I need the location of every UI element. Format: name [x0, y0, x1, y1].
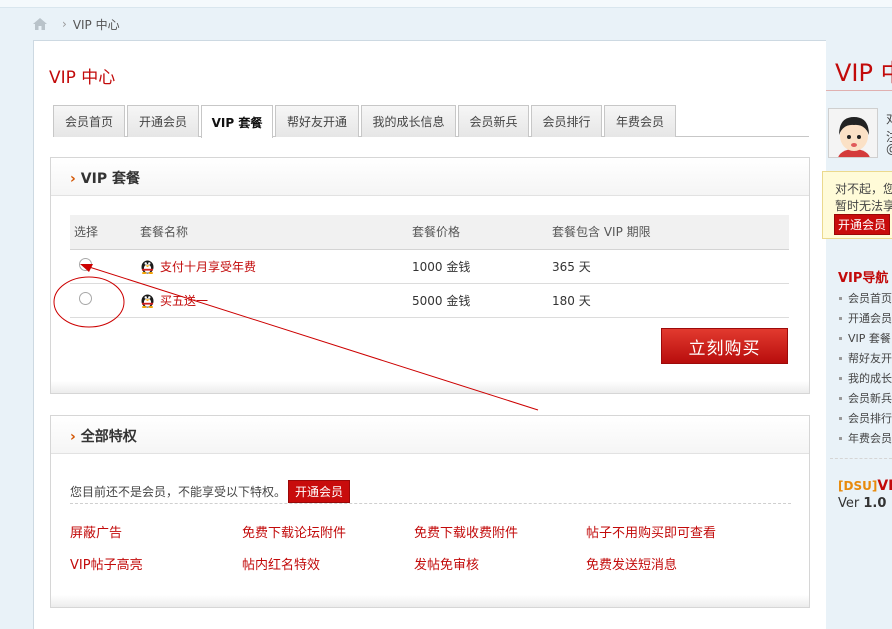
- sidebar-warning-box: 对不起，您 暂时无法享 开通会员: [822, 171, 892, 239]
- chevron-right-icon: ›: [70, 171, 76, 187]
- vip-packages-panel: › VIP 套餐 选择 套餐名称 套餐价格 套餐包含 VIP 期限 支付十月享受…: [50, 157, 810, 394]
- column-header: 选择: [70, 215, 140, 250]
- buy-now-button[interactable]: 立刻购买: [661, 328, 788, 364]
- sidebar-title: VIP 中心: [835, 59, 892, 87]
- panel-title: 全部特权: [80, 429, 137, 445]
- privilege-item: 屏蔽广告: [70, 526, 123, 541]
- sidebar-nav: 会员首页 开通会员 VIP 套餐 帮好友开通 我的成长 会员新兵 会员排行 年费…: [839, 288, 892, 448]
- membership-notice: 您目前还不是会员，不能享受以下特权。 开通会员: [70, 480, 351, 503]
- open-membership-button[interactable]: 开通会员: [288, 480, 351, 503]
- panel-header: › 全部特权: [51, 416, 809, 454]
- sidebar-item-new-members[interactable]: 会员新兵: [839, 388, 892, 408]
- breadcrumb: › VIP 中心: [32, 14, 120, 34]
- sidebar-item-ranking[interactable]: 会员排行: [839, 408, 892, 428]
- plugin-tag: [DSU]: [838, 479, 878, 493]
- package-price: 1000 金钱: [412, 249, 552, 284]
- privilege-item: 帖子不用购买即可查看: [586, 526, 717, 541]
- panel-title: VIP 套餐: [80, 171, 140, 187]
- panel-header: › VIP 套餐: [51, 158, 809, 196]
- plugin-version: Ver 1.0: [838, 496, 886, 511]
- version-value: 1.0: [863, 496, 887, 511]
- tab-member-ranking[interactable]: 会员排行: [531, 105, 602, 137]
- sidebar-nav-title: VIP导航: [838, 271, 889, 286]
- sidebar-username: 对: [886, 110, 892, 127]
- penguin-icon: [141, 260, 154, 274]
- column-header: 套餐包含 VIP 期限: [552, 215, 789, 250]
- tab-annual-members[interactable]: 年费会员: [604, 105, 676, 137]
- page-title: VIP 中心: [49, 68, 116, 88]
- package-name[interactable]: 买五送一: [160, 294, 208, 308]
- avatar[interactable]: [828, 108, 878, 158]
- penguin-icon: [141, 294, 154, 308]
- sidebar-item-annual[interactable]: 年费会员: [839, 428, 892, 448]
- sidebar-item-vip-packages[interactable]: VIP 套餐: [839, 328, 892, 348]
- plugin-name: VIP: [877, 478, 892, 494]
- privilege-item: 发帖免审核: [414, 558, 480, 573]
- sidebar: VIP 中心 对 注 @ 对不起，您 暂时无法享 开通会员 VIP导航 会员首页…: [822, 40, 892, 629]
- table-header-row: 选择 套餐名称 套餐价格 套餐包含 VIP 期限: [70, 215, 789, 250]
- breadcrumb-separator: ›: [62, 17, 67, 31]
- package-price: 5000 金钱: [412, 283, 552, 318]
- breadcrumb-current[interactable]: VIP 中心: [73, 16, 120, 33]
- panel-footer: [51, 381, 809, 393]
- home-icon[interactable]: [32, 17, 48, 31]
- package-name[interactable]: 支付十月享受年费: [160, 260, 256, 274]
- warning-text: 暂时无法享: [835, 199, 892, 213]
- main-content: VIP 中心 会员首页 开通会员 VIP 套餐 帮好友开通 我的成长信息 会员新…: [33, 40, 826, 629]
- tab-bar: 会员首页 开通会员 VIP 套餐 帮好友开通 我的成长信息 会员新兵 会员排行 …: [53, 105, 809, 138]
- sidebar-item-gift-membership[interactable]: 帮好友开通: [839, 348, 892, 368]
- privileges-panel: › 全部特权 您目前还不是会员，不能享受以下特权。 开通会员 屏蔽广告 免费下载论…: [50, 415, 810, 608]
- package-term: 180 天: [552, 283, 789, 318]
- tab-growth-info[interactable]: 我的成长信息: [361, 105, 456, 137]
- sidebar-user-info: @: [886, 142, 892, 156]
- chevron-right-icon: ›: [70, 429, 76, 445]
- tab-member-home[interactable]: 会员首页: [53, 105, 125, 137]
- version-label: Ver: [838, 496, 860, 511]
- table-row: 买五送一 5000 金钱 180 天: [70, 283, 789, 318]
- notice-text: 您目前还不是会员，不能享受以下特权。: [70, 485, 287, 499]
- column-header: 套餐价格: [412, 215, 552, 250]
- privilege-item: 免费下载论坛附件: [242, 526, 347, 541]
- divider: [830, 458, 892, 459]
- privilege-item: VIP帖子高亮: [70, 558, 143, 573]
- privilege-item: 免费发送短消息: [586, 558, 678, 573]
- tab-gift-membership[interactable]: 帮好友开通: [275, 105, 359, 137]
- divider: [826, 90, 892, 91]
- sidebar-item-member-home[interactable]: 会员首页: [839, 288, 892, 308]
- privilege-item: 免费下载收费附件: [414, 526, 519, 541]
- plugin-title: [DSU]VIP: [838, 478, 892, 494]
- sidebar-item-open-membership[interactable]: 开通会员: [839, 308, 892, 328]
- top-strip: [0, 0, 892, 8]
- tab-vip-packages[interactable]: VIP 套餐: [201, 105, 273, 138]
- package-radio[interactable]: [79, 292, 92, 305]
- package-term: 365 天: [552, 249, 789, 284]
- sidebar-open-membership-button[interactable]: 开通会员: [834, 214, 891, 235]
- package-radio[interactable]: [79, 258, 92, 271]
- avatar-image: [829, 109, 877, 157]
- table-row: 支付十月享受年费 1000 金钱 365 天: [70, 249, 789, 284]
- sidebar-item-growth[interactable]: 我的成长: [839, 368, 892, 388]
- column-header: 套餐名称: [140, 215, 412, 250]
- privilege-item: 帖内红名特效: [242, 558, 321, 573]
- panel-footer: [51, 595, 809, 607]
- packages-table: 选择 套餐名称 套餐价格 套餐包含 VIP 期限 支付十月享受年费 1000 金…: [70, 215, 789, 318]
- divider: [70, 503, 791, 504]
- tab-new-members[interactable]: 会员新兵: [458, 105, 529, 137]
- tab-open-membership[interactable]: 开通会员: [127, 105, 199, 137]
- warning-text: 对不起，您: [835, 182, 892, 196]
